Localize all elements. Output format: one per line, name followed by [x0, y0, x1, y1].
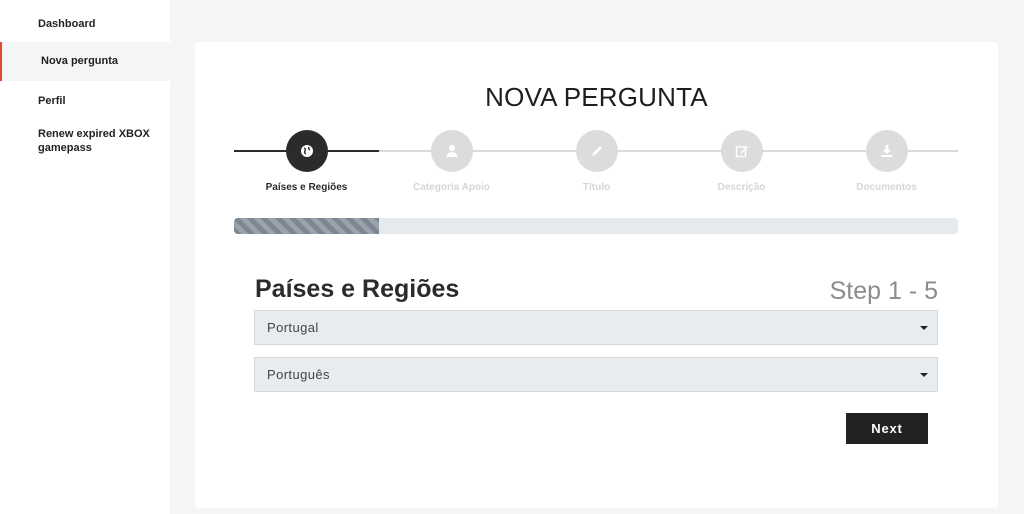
sidebar-item-perfil[interactable]: Perfil — [0, 94, 170, 108]
step-descricao[interactable]: Descrição — [669, 130, 814, 193]
step-count: Step 1 - 5 — [829, 277, 938, 305]
country-select-value: Portugal — [267, 320, 319, 335]
progress-bar — [234, 218, 958, 234]
language-select[interactable]: Português — [254, 357, 938, 392]
next-button[interactable]: Next — [846, 413, 928, 444]
step-documentos[interactable]: Documentos — [814, 130, 959, 193]
step-paises-regioes[interactable]: Países e Regiões — [234, 130, 379, 193]
step-label: Países e Regiões — [265, 182, 348, 193]
step-label: Título — [582, 182, 611, 193]
user-support-icon — [430, 130, 473, 172]
sidebar-item-dashboard[interactable]: Dashboard — [0, 17, 170, 31]
language-select-value: Português — [267, 367, 330, 382]
globe-icon — [285, 130, 328, 172]
sidebar: Dashboard Nova pergunta Perfil Renew exp… — [0, 0, 170, 514]
chevron-down-icon — [920, 373, 928, 377]
main-card: NOVA PERGUNTA Países e Regiões Categoria… — [195, 42, 998, 508]
page-title: NOVA PERGUNTA — [485, 82, 708, 112]
pencil-icon — [575, 130, 618, 172]
step-titulo[interactable]: Título — [524, 130, 669, 193]
sidebar-item-nova-pergunta[interactable]: Nova pergunta — [0, 42, 170, 81]
sidebar-item-renew-xbox[interactable]: Renew expired XBOX gamepass — [0, 127, 150, 155]
edit-icon — [720, 130, 763, 172]
download-icon — [865, 130, 908, 172]
step-categoria-apoio[interactable]: Categoria Apoio — [379, 130, 524, 193]
form-title: Países e Regiões — [255, 275, 460, 303]
step-label: Documentos — [856, 182, 917, 193]
progress-bar-fill — [234, 218, 379, 234]
step-label: Categoria Apoio — [413, 182, 490, 193]
step-label: Descrição — [717, 182, 766, 193]
chevron-down-icon — [920, 326, 928, 330]
country-select[interactable]: Portugal — [254, 310, 938, 345]
